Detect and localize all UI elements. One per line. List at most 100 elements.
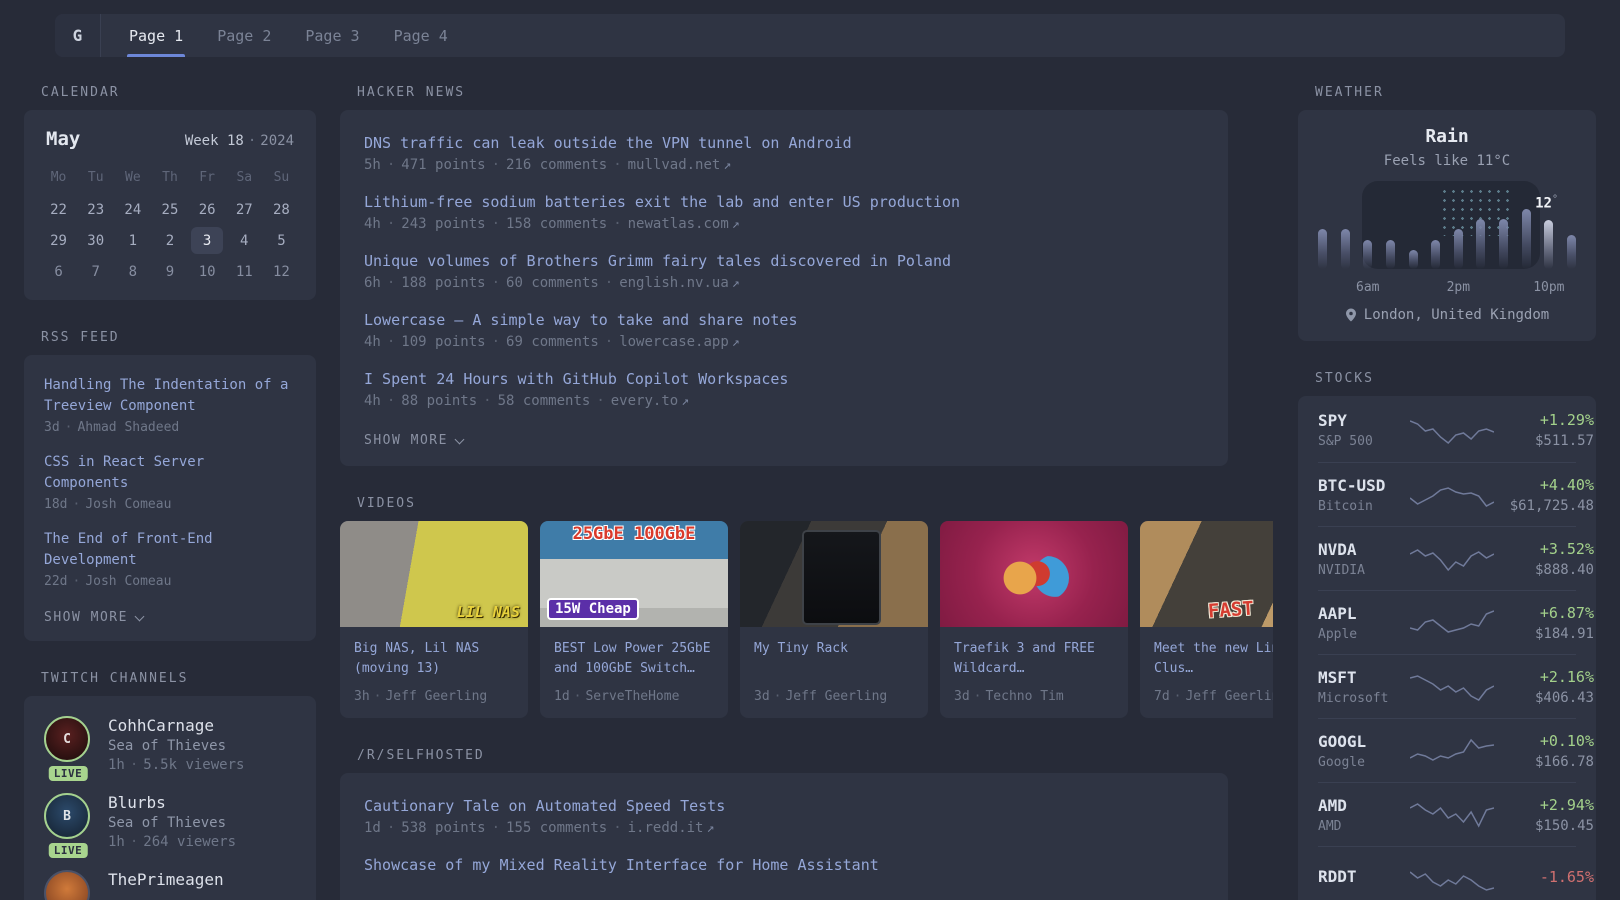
stock-row[interactable]: GOOGL Google +0.10% $166.78 [1318, 718, 1594, 782]
post-title[interactable]: Lithium-free sodium batteries exit the l… [364, 193, 1204, 211]
video-author: Jeff Geerling [1185, 689, 1273, 705]
video-author: Jeff Geerling [385, 689, 488, 705]
stock-identity: GOOGL Google [1318, 732, 1410, 770]
post-item: Unique volumes of Brothers Grimm fairy t… [364, 252, 1204, 291]
stock-price: $184.91 [1534, 625, 1594, 642]
stock-row[interactable]: MSFT Microsoft +2.16% $406.43 [1318, 654, 1594, 718]
stock-symbol: MSFT [1318, 667, 1357, 687]
post-title[interactable]: I Spent 24 Hours with GitHub Copilot Wor… [364, 370, 1204, 388]
left-column: CALENDAR May Week 18 · 2024 Mo Tu We Th Fr Sa Su… [24, 85, 316, 900]
page-tabs: Page 1 Page 2 Page 3 Page 4 [101, 14, 450, 57]
tab-page-2[interactable]: Page 2 [215, 14, 273, 57]
video-card[interactable]: FAST Meet the new Linux Clus… 7d·Jeff Geer… [1140, 521, 1273, 719]
video-thumbnail[interactable] [740, 521, 928, 627]
video-title[interactable]: Traefik 3 and FREE Wildcard… [954, 639, 1114, 679]
tab-page-3[interactable]: Page 3 [303, 14, 361, 57]
separator-dot: · [491, 334, 501, 350]
calendar-day-number: 30 [87, 232, 105, 249]
post-points: 471 points [401, 157, 486, 173]
stock-name: Apple [1318, 626, 1358, 642]
weather-bar [1408, 250, 1418, 269]
stock-row[interactable]: NVDA NVIDIA +3.52% $888.40 [1318, 526, 1594, 590]
video-title[interactable]: BEST Low Power 25GbE and 100GbE Switch… [554, 639, 714, 679]
video-thumbnail[interactable]: LIL NAS [340, 521, 528, 627]
rss-card: Handling The Indentation of a Treeview C… [24, 355, 316, 641]
video-card[interactable]: 25GbE 100GbE 15W Cheap BEST Low Power 25Gb… [540, 521, 728, 719]
stock-sparkline [1410, 860, 1494, 898]
video-card[interactable]: LIL NAS Big NAS, Lil NAS (moving 13) 3h · Je… [340, 521, 528, 719]
twitch-channel-info: Blurbs Sea of Thieves 1h · 264 viewers [108, 793, 236, 850]
post-source-link[interactable]: english.nv.ua [619, 275, 729, 291]
stock-change: +2.16% [1539, 667, 1594, 686]
calendar-day-number: 22 [50, 201, 67, 218]
tab-page-4[interactable]: Page 4 [392, 14, 450, 57]
post-points: 243 points [401, 216, 486, 232]
rss-item-author: Ahmad Shadeed [77, 420, 180, 435]
post-title[interactable]: Lowercase – A simple way to take and sha… [364, 311, 1204, 329]
calendar-weekday: Tu [87, 170, 104, 185]
post-time: 6h [364, 275, 381, 291]
rss-list: Handling The Indentation of a Treeview C… [44, 375, 296, 589]
stock-row[interactable]: AMD AMD +2.94% $150.45 [1318, 782, 1594, 846]
post-time: 4h [364, 216, 381, 232]
calendar-day-number: 29 [50, 232, 67, 249]
hackernews-show-more-button[interactable]: SHOW MORE [364, 433, 465, 448]
rss-show-more-button[interactable]: SHOW MORE [44, 610, 145, 625]
thumbnail-caption: FAST [1206, 597, 1255, 623]
twitch-channel-row[interactable]: C LIVE CohhCarnage Sea of Thieves 1h · 5.5k vi… [44, 716, 296, 781]
post-title[interactable]: Cautionary Tale on Automated Speed Tests [364, 797, 1204, 815]
video-time: 3d [954, 689, 970, 705]
rss-item-title[interactable]: The End of Front-End Development [44, 529, 296, 571]
separator-dot: · [72, 497, 81, 512]
stock-row[interactable]: RDDT -1.65% [1318, 846, 1594, 900]
video-card[interactable]: My Tiny Rack 3d · Jeff Geerling [740, 521, 928, 719]
stocks-widget-label: STOCKS [1315, 371, 1374, 386]
twitch-channel-meta: 1h · 5.5k viewers [108, 757, 244, 773]
post-title[interactable]: DNS traffic can leak outside the VPN tun… [364, 134, 1204, 152]
post-comments: 58 comments [497, 393, 591, 409]
app-logo[interactable]: G [55, 14, 101, 57]
stock-values: +6.87% $184.91 [1494, 604, 1594, 642]
stock-identity: BTC-USD Bitcoin [1318, 476, 1410, 514]
stock-sparkline [1410, 668, 1494, 706]
calendar-day-number: 4 [240, 232, 249, 249]
video-thumbnail[interactable]: FAST [1140, 521, 1273, 627]
video-thumbnail[interactable]: 25GbE 100GbE 15W Cheap [540, 521, 728, 627]
calendar-day: 22 [40, 195, 77, 224]
video-card[interactable]: Traefik 3 and FREE Wildcard… 3d · Techno Ti… [940, 521, 1128, 719]
video-title[interactable]: Big NAS, Lil NAS (moving 13) [354, 639, 514, 679]
tab-page-1[interactable]: Page 1 [127, 14, 186, 57]
post-title[interactable]: Unique volumes of Brothers Grimm fairy t… [364, 252, 1204, 270]
stock-change: +4.40% [1539, 475, 1594, 494]
stock-row[interactable]: SPY S&P 500 +1.29% $511.57 [1318, 398, 1594, 462]
live-badge: LIVE [48, 766, 88, 781]
calendar-day: 26 [189, 195, 226, 224]
post-comments: 60 comments [506, 275, 599, 291]
twitch-channel-row[interactable]: ThePrimeagen [44, 870, 296, 900]
post-source-link[interactable]: mullvad.net [628, 157, 721, 173]
rss-item-time: 3d [44, 420, 60, 435]
rss-item-title[interactable]: Handling The Indentation of a Treeview C… [44, 375, 296, 417]
location-pin-icon [1345, 308, 1356, 322]
twitch-widget: TWITCH CHANNELS C LIVE CohhCarnage Sea of T… [24, 671, 316, 900]
stock-row[interactable]: BTC-USD Bitcoin +4.40% $61,725.48 [1318, 462, 1594, 526]
videos-widget: VIDEOS LIL NAS Big NAS, Lil NAS (moving 1… [340, 496, 1273, 719]
video-thumbnail[interactable] [940, 521, 1128, 627]
calendar-day: 10 [189, 257, 226, 286]
post-source-link[interactable]: i.redd.it [628, 820, 704, 836]
twitch-channel-row[interactable]: B LIVE Blurbs Sea of Thieves 1h · 264 viewers [44, 793, 296, 858]
separator-dot: · [596, 393, 605, 409]
post-source-link[interactable]: newatlas.com [628, 216, 729, 232]
post-source-link[interactable]: every.to [611, 393, 678, 409]
calendar-weekday: Su [273, 170, 290, 185]
rss-item-title[interactable]: CSS in React Server Components [44, 452, 296, 494]
video-title[interactable]: Meet the new Linux Clus… [1154, 639, 1273, 679]
post-source-link[interactable]: lowercase.app [619, 334, 729, 350]
weather-bar [1340, 229, 1350, 269]
external-link-icon: ↗ [723, 158, 732, 173]
twitch-widget-label: TWITCH CHANNELS [41, 671, 189, 686]
calendar-week-year: Week 18 · 2024 [185, 133, 294, 149]
video-title[interactable]: My Tiny Rack [754, 639, 914, 679]
post-title[interactable]: Showcase of my Mixed Reality Interface f… [364, 856, 1204, 874]
stock-row[interactable]: AAPL Apple +6.87% $184.91 [1318, 590, 1594, 654]
